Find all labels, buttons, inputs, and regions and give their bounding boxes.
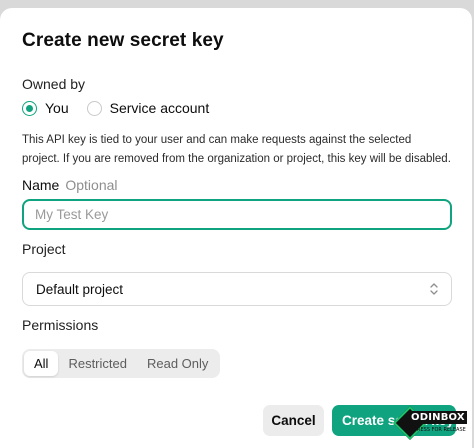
owned-by-label: Owned by (22, 76, 86, 92)
create-secret-key-dialog: Create new secret key Owned by You Servi… (0, 8, 472, 448)
radio-service-account[interactable]: Service account (86, 100, 210, 116)
watermark-subtext: PRESS FOR RELEASE (414, 427, 466, 433)
radio-service-account-label: Service account (109, 100, 210, 116)
permission-option-restricted[interactable]: Restricted (58, 351, 137, 376)
project-label: Project (22, 241, 66, 257)
project-select[interactable]: Default project (22, 272, 452, 306)
dialog-title: Create new secret key (22, 30, 224, 51)
chevron-up-down-icon (430, 283, 438, 295)
permissions-label: Permissions (22, 317, 99, 333)
radio-you[interactable]: You (22, 100, 69, 116)
permissions-segmented-control: All Restricted Read Only (22, 349, 221, 378)
project-selected-value: Default project (36, 281, 124, 297)
name-label-text: Name (22, 177, 60, 193)
watermark-text: ODINBOX (409, 411, 467, 424)
owned-by-radio-group: You Service account (22, 100, 227, 116)
permission-option-all[interactable]: All (24, 351, 59, 376)
watermark-logo: ODINBOX PRESS FOR RELEASE (393, 406, 467, 440)
name-field-label: Name Optional (22, 177, 118, 193)
owner-description: This API key is tied to your user and ca… (22, 134, 451, 165)
radio-you-label: You (45, 100, 69, 116)
permission-option-read-only[interactable]: Read Only (137, 351, 218, 376)
optional-label: Optional (65, 177, 118, 193)
name-input[interactable] (22, 199, 452, 230)
radio-selected-icon (22, 100, 37, 116)
radio-unselected-icon (86, 100, 102, 116)
cancel-button[interactable]: Cancel (263, 405, 324, 436)
